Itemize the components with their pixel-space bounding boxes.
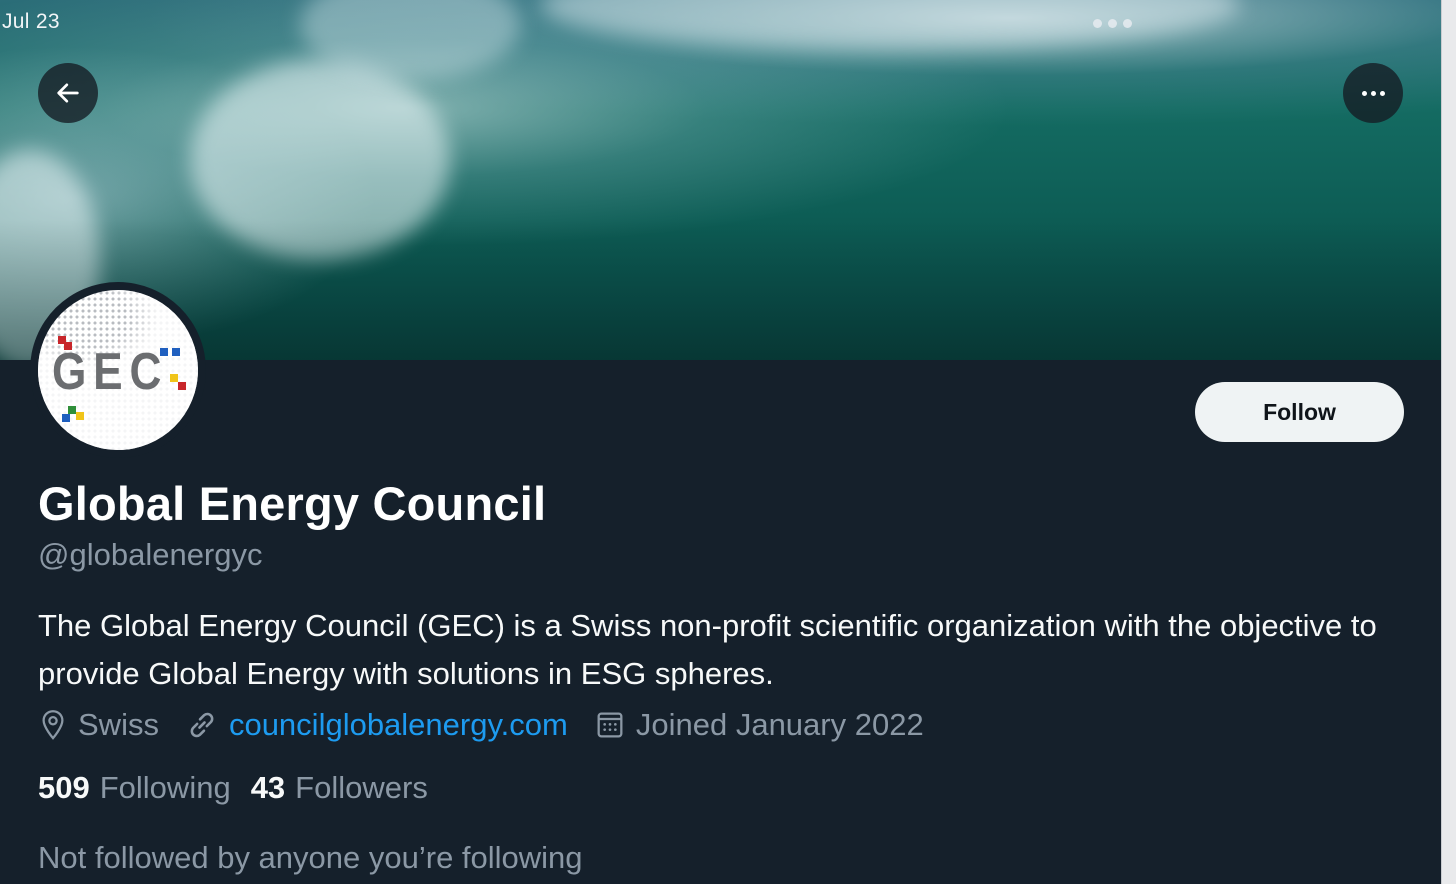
- link-icon: [190, 712, 214, 738]
- following-count: 509: [38, 770, 90, 805]
- profile-name: Global Energy Council: [38, 477, 547, 530]
- window-handle-dots-icon[interactable]: [1093, 19, 1132, 28]
- joined-item: Joined January 2022: [594, 707, 924, 743]
- banner-shade: [0, 220, 1442, 360]
- follow-button[interactable]: Follow: [1195, 382, 1404, 442]
- profile-meta: Swiss councilglobalenergy.com Joined Jan…: [38, 707, 950, 743]
- website-link[interactable]: councilglobalenergy.com: [229, 707, 568, 743]
- followers-stat[interactable]: 43 Followers: [251, 770, 428, 806]
- website-item[interactable]: councilglobalenergy.com: [185, 707, 568, 743]
- following-stat[interactable]: 509 Following: [38, 770, 231, 806]
- location-text: Swiss: [78, 707, 159, 742]
- avatar-image: GEC: [38, 290, 198, 450]
- banner-foam: [540, 0, 1240, 50]
- arrow-left-icon: [57, 83, 79, 103]
- avatar[interactable]: GEC: [30, 282, 206, 458]
- avatar-logo-text: GEC: [52, 343, 169, 401]
- location-item: Swiss: [38, 707, 159, 743]
- profile-banner[interactable]: [0, 0, 1442, 360]
- window-edge: [1441, 0, 1456, 884]
- profile-page: Jul 23 GEC Follow Global Energy Council …: [0, 0, 1456, 884]
- not-followed-notice: Not followed by anyone you’re following: [38, 840, 583, 875]
- joined-text: Joined January 2022: [635, 707, 924, 742]
- followers-label: Followers: [295, 770, 428, 805]
- more-button[interactable]: [1343, 63, 1403, 123]
- profile-stats: 509 Following 43 Followers: [38, 770, 448, 806]
- calendar-icon: [597, 712, 623, 738]
- profile-handle: @globalenergyc: [38, 537, 263, 572]
- status-date: Jul 23: [2, 10, 60, 33]
- more-horizontal-icon: [1361, 90, 1385, 96]
- profile-bio: The Global Energy Council (GEC) is a Swi…: [38, 608, 1377, 691]
- location-pin-icon: [42, 710, 64, 740]
- back-button[interactable]: [38, 63, 98, 123]
- following-label: Following: [99, 770, 231, 805]
- followers-count: 43: [250, 770, 286, 805]
